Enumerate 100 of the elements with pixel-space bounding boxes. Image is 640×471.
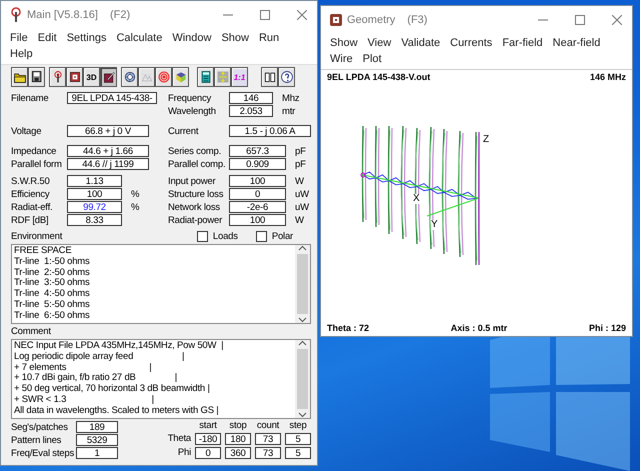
value-field: 0 [229, 188, 286, 200]
field-label: S.W.R.50 [11, 176, 51, 186]
value-field: 5329 [76, 434, 118, 446]
field-label: Freq/Eval steps [11, 448, 75, 458]
input-field[interactable]: 360 [225, 446, 251, 459]
scrollbar[interactable] [295, 340, 310, 418]
checkbox[interactable] [256, 231, 267, 242]
input-field[interactable]: 180 [225, 432, 251, 445]
field-label: Seg's/patches [11, 422, 69, 432]
menu-item[interactable]: View [362, 35, 396, 51]
list-line: Tr-line 4:-50 ohms [14, 289, 91, 300]
unit-label: mtr [282, 106, 296, 116]
help-icon [280, 70, 294, 84]
menu-item[interactable]: Validate [396, 35, 446, 51]
menu-item[interactable]: Far-field [497, 35, 548, 51]
toolbar-button[interactable] [66, 67, 83, 87]
toolbar-button[interactable] [197, 67, 214, 87]
unit-label: W [295, 214, 304, 226]
toolbar-button[interactable] [155, 67, 172, 87]
value-field: 1.5 - j 0.06 A [229, 125, 311, 137]
field-label: Input power [168, 176, 216, 186]
field-label: Network loss [168, 202, 221, 212]
value-field: 9EL LPDA 145-438- [67, 92, 157, 104]
toolbar-button[interactable]: 1:1 [231, 67, 248, 87]
input-field[interactable]: 73 [255, 446, 281, 459]
toolbar-button[interactable] [121, 67, 138, 87]
field-label: Parallel form [11, 158, 63, 170]
menu-item[interactable]: Wire [325, 51, 358, 67]
menu-item[interactable]: Near-field [548, 35, 606, 51]
unit-label: Mhz [282, 92, 300, 104]
field-label: Wavelength [168, 106, 217, 116]
menu-item[interactable]: Settings [62, 30, 112, 46]
scroll-up-icon[interactable] [298, 340, 307, 347]
input-field[interactable]: -180 [195, 432, 221, 445]
list-line: Log periodic dipole array feed | [14, 352, 186, 363]
input-field[interactable]: 0 [195, 446, 221, 459]
field-label: Current [168, 126, 200, 136]
toolbar-button[interactable] [214, 67, 231, 87]
close-icon[interactable] [297, 10, 307, 20]
toolbar-button[interactable] [49, 67, 66, 87]
list-line: + 50 deg vertical, 70 horizontal 3 dB beamwidth | [14, 384, 211, 395]
value-field: 100 [229, 214, 286, 226]
section-label: Environment [11, 231, 64, 242]
field-label: Efficiency [11, 188, 50, 200]
menu-item[interactable]: Show [325, 35, 363, 51]
axis-label: X [413, 194, 420, 204]
unit-label: W [295, 176, 304, 186]
column-header: start [198, 420, 218, 432]
menu-item[interactable]: Edit [32, 30, 62, 46]
input-field[interactable]: 5 [285, 446, 311, 459]
menu-item[interactable]: Window [167, 30, 216, 46]
value-field: 2.053 [229, 105, 273, 117]
toolbar-button[interactable] [100, 67, 117, 87]
field-label: Voltage [11, 126, 42, 136]
field-label: Parallel comp. [168, 158, 226, 170]
value-field: 657.3 [229, 145, 286, 157]
target-icon [156, 70, 170, 84]
menu-item[interactable]: Currents [445, 35, 498, 51]
list-line: Tr-line 2:-50 ohms [14, 268, 91, 278]
scroll-down-icon[interactable] [298, 316, 307, 323]
value-field: 1.13 [67, 175, 122, 187]
maximize-icon[interactable] [260, 10, 270, 20]
value-field: 0.909 [229, 158, 286, 170]
menu-item[interactable]: Plot [358, 51, 387, 67]
scroll-up-icon[interactable] [298, 245, 307, 252]
list-line: + SWR < 1.3 | [14, 394, 155, 406]
axis-label: Z [483, 135, 490, 145]
field-label: Pattern lines [11, 434, 62, 446]
toolbar-button[interactable] [172, 67, 189, 87]
toolbar-button[interactable]: 3D [83, 67, 100, 87]
file-name: 9EL LPDA 145-438-V.out [327, 71, 430, 83]
list-line: Tr-line 5:-50 ohms [14, 300, 91, 311]
toolbar-button[interactable] [28, 67, 45, 87]
close-icon[interactable] [612, 15, 622, 25]
comment-box[interactable] [11, 339, 311, 419]
value-field: 66.8 + j 0 V [67, 125, 149, 137]
maximize-icon[interactable] [575, 15, 585, 25]
list-line: Tr-line 6:-50 ohms [14, 310, 91, 322]
menu-item[interactable]: File [5, 30, 33, 46]
status-text: Phi : 129 [588, 322, 626, 334]
scroll-down-icon[interactable] [298, 411, 307, 418]
field-label: Radiat-power [168, 214, 224, 226]
menu-item[interactable]: Calculate [111, 30, 168, 46]
status-text: Axis : 0.5 mtr [450, 322, 508, 334]
toolbar-button[interactable] [261, 67, 278, 87]
toolbar-button[interactable] [138, 67, 155, 87]
toolbar-button[interactable] [278, 67, 295, 87]
environment-list[interactable]: FREE SPACE Tr-line 1:-50 ohms Tr-line 2:-50 ohms Tr-line 3:-50 ohms Tr-line 4:-50 ohms Tr-line 5:-50 ohms Tr-line 6:-50 ohms [11, 244, 311, 324]
value-field: 8.33 [67, 214, 122, 226]
menu-item[interactable]: Help [5, 46, 38, 62]
checkbox[interactable] [196, 231, 208, 242]
field-label: Filename [11, 92, 50, 104]
scrollbar[interactable] [295, 245, 310, 323]
column-header: step [288, 420, 308, 432]
menu-item[interactable]: Show [216, 30, 254, 46]
menu-item[interactable]: Run [254, 30, 284, 46]
input-field[interactable]: 5 [285, 432, 311, 445]
toolbar-button[interactable] [11, 67, 28, 87]
frequency-label: 146 MHz [590, 71, 626, 83]
input-field[interactable]: 73 [255, 432, 281, 445]
